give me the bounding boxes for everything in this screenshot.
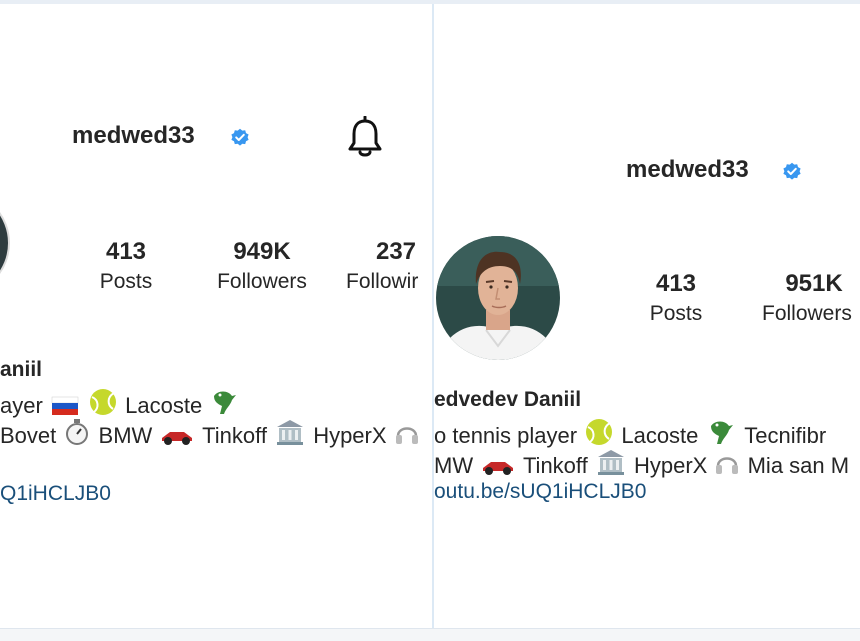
bio-text: Tinkoff — [202, 423, 267, 448]
followers-label[interactable]: Followers — [762, 302, 852, 326]
bio-text: ayer — [0, 393, 43, 418]
bio-text: Mia san M — [747, 453, 850, 478]
profile-name: aniil — [0, 358, 43, 381]
headphones-icon — [395, 427, 418, 444]
race-car-icon — [483, 462, 514, 475]
verified-badge-icon — [783, 162, 801, 180]
bio-line-1: ayer Lacoste — [0, 388, 242, 419]
bio-line-1: o tennis player Lacoste Tecnifibr — [434, 418, 826, 449]
bio-text: Tinkoff — [522, 453, 588, 478]
bio-text: BMW — [98, 423, 153, 448]
posts-count: 413 — [655, 270, 697, 297]
bio-text: HyperX — [634, 453, 708, 478]
bio-text: Lacoste — [621, 423, 699, 448]
profile-link[interactable]: outu.be/sUQ1iHCLJB0 — [434, 480, 646, 504]
profile-username: medwed33 — [72, 122, 195, 149]
avatar[interactable] — [436, 226, 560, 370]
race-car-icon — [162, 432, 193, 445]
tennis-ball-icon — [90, 389, 117, 415]
bank-icon — [277, 420, 304, 445]
bio-text: MW — [434, 453, 474, 478]
bio-text: Bovet — [0, 423, 57, 448]
bio-text: o tennis player — [434, 423, 578, 448]
posts-label[interactable]: Posts — [636, 302, 716, 326]
crocodile-icon — [214, 391, 237, 414]
bio-text: Tecnifibr — [744, 423, 827, 448]
profile-panel-right: medwed33 413 Posts 951K Followers edvede… — [434, 4, 860, 628]
headphones-icon — [716, 457, 739, 474]
posts-label[interactable]: Posts — [86, 270, 166, 294]
following-count: 237 — [375, 238, 417, 265]
bio-text: Lacoste — [125, 393, 203, 418]
profile-name: edvedev Daniil — [434, 388, 582, 411]
avatar[interactable] — [0, 190, 10, 296]
profile-username: medwed33 — [626, 156, 749, 183]
following-label[interactable]: Followir — [346, 270, 418, 294]
crocodile-icon — [710, 421, 733, 444]
posts-count: 413 — [105, 238, 147, 265]
screenshot-frame-bottom — [0, 628, 860, 641]
followers-count: 951K — [785, 270, 843, 297]
bank-icon — [597, 450, 624, 475]
stopwatch-icon — [66, 419, 89, 445]
bell-icon[interactable] — [346, 116, 384, 160]
bio-line-2: MW Tinkoff HyperX Mia san M — [434, 448, 849, 479]
bio-line-2: Bovet BMW Tinkoff HyperX — [0, 418, 421, 449]
bio-text: HyperX — [313, 423, 387, 448]
followers-label[interactable]: Followers — [204, 270, 320, 294]
profile-panel-left: medwed33 413 Posts 949K Followers 237 Fo… — [0, 4, 432, 628]
verified-badge-icon — [231, 128, 249, 146]
russia-flag-icon — [51, 396, 79, 415]
profile-link[interactable]: Q1iHCLJB0 — [0, 482, 111, 506]
tennis-ball-icon — [586, 419, 613, 445]
followers-count: 949K — [233, 238, 291, 265]
